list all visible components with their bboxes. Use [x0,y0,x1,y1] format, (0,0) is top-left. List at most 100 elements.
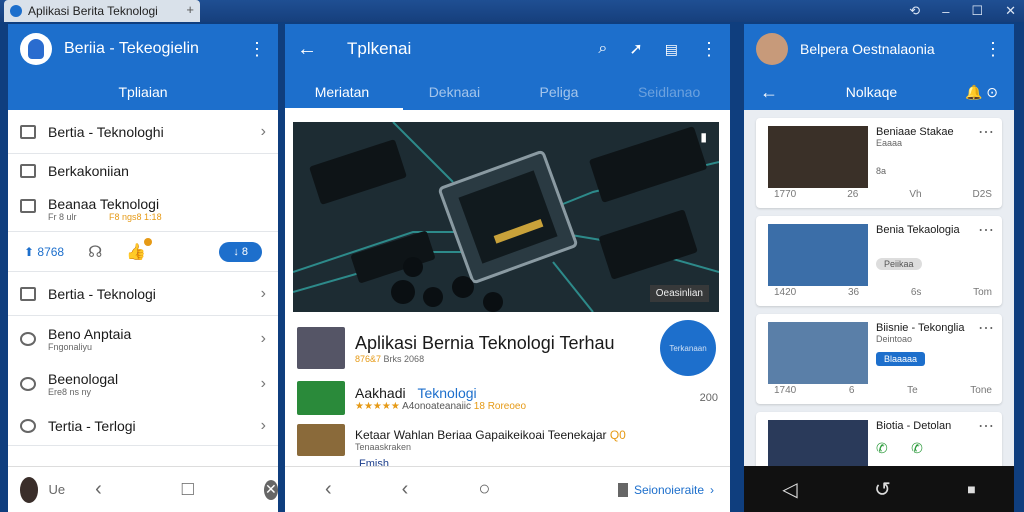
grid-icon[interactable]: ▤ [665,41,678,58]
rating-stars: ★★★★★ [355,400,400,412]
action-row: ⬆ 8768 ☊ 👍 ↓ 8 [8,232,278,272]
left-title: Beriia - Tekeogielin [64,40,199,57]
news-count: 200 [699,392,718,404]
recents-button[interactable]: ■ [967,481,975,497]
list-item[interactable]: Beenologal Ere8 ns ny › [8,362,278,406]
news-meta-highlight: Q0 [609,428,626,442]
card-subtitle: Deintoao [876,334,913,344]
circuit-board-image [293,122,719,312]
share-count[interactable]: ⬆ 8768 [24,245,64,259]
list-item-meta: Ere8 ns ny [48,387,92,397]
list-item-label: Bertia - Teknologi [48,285,156,302]
maximize-button[interactable]: ☐ [971,3,983,19]
whatsapp-icon[interactable]: ✆ ✆ [876,440,951,457]
back-button[interactable]: ‹ [325,478,332,501]
right-subheader: ← Nolkaqe 🔔 ⊙ [744,74,1014,110]
chevron-right-icon: › [260,375,266,392]
news-meta: Tenaaskraken [355,442,412,452]
card-more-icon[interactable]: ⋯ [978,122,994,142]
news-card[interactable]: Beniaae Stakae Eaaaa 8a ⋯ 1770 26 Vh D2S [756,118,1002,208]
news-item[interactable]: Ketaar Wahlan Beriaa Gapaikeikoai Teenek… [285,422,730,458]
list-item[interactable]: Bertia - Teknologi › [8,272,278,316]
news-item[interactable]: Aplikasi Bernia Teknologi Terhau 876&7 B… [285,320,730,376]
right-nav-bar: ◁ ↺ ■ [744,466,1014,512]
news-card[interactable]: Benia Tekaologia Peiikaa ⋯ 1420 36 6s Tom [756,216,1002,306]
news-card[interactable]: Biotia - Detolan ✆ ✆ ⋯ [756,412,1002,472]
card-more-icon[interactable]: ⋯ [978,318,994,338]
avatar[interactable] [756,33,788,65]
more-icon[interactable]: ⋮ [984,40,1002,58]
home-button[interactable]: ○ [478,478,490,501]
right-title: Belpera Oestnalaonia [800,41,935,57]
card-title: Benia Tekaologia [876,224,960,236]
profile-avatar[interactable] [20,476,39,503]
card-badge[interactable]: Peiikaa [876,258,922,270]
more-icon[interactable]: ⋮ [700,39,718,60]
center-tabs: Meriatan Deknaai Peliga Seidlanao [285,74,730,111]
back-button-secondary[interactable]: ‹ [402,478,409,501]
next-link[interactable]: Seionoieraite › [617,482,714,497]
back-arrow-icon[interactable]: ← [297,38,317,61]
tab-seidlanao[interactable]: Seidlanao [638,84,700,100]
news-meta: A4onoateanaiic [402,400,472,412]
tab-title: Aplikasi Berita Teknologi [28,4,158,18]
card-more-icon[interactable]: ⋯ [978,220,994,240]
bookmark-icon[interactable]: ▮ [700,130,707,144]
new-tab-button[interactable]: + [186,2,194,17]
home-button[interactable]: □ [182,478,194,501]
card-stat: 8a [876,166,887,176]
left-header: Beriia - Tekeogielin ⋮ [8,24,278,74]
list-item[interactable]: Beanaa Teknologi Fr 8 ulr F8 ngs8 1:18 [8,188,278,232]
tab-peliga[interactable]: Peliga [540,84,579,100]
list-item[interactable]: Berkakoniian [8,154,278,188]
refresh-icon[interactable]: ⟲ [909,3,920,19]
news-item[interactable]: Aakhadi Teknologi ★★★★★ A4onoateanaiic 1… [285,378,730,418]
hero-badge: Oeasinlian [649,285,709,302]
card-meta: 1740 6 Te Tone [774,385,992,396]
help-icon [20,418,36,433]
share-icon[interactable]: ➚ [629,39,642,59]
app-icon [10,5,22,17]
page-icon [617,482,628,497]
chevron-right-icon: › [260,284,266,302]
left-nav-bar: Ue ‹ □ ✕ [8,466,278,512]
card-image [768,126,868,188]
location-icon [20,332,36,346]
list-item[interactable]: Beno Anptaia Fngonaliyu › [8,316,278,362]
back-arrow-icon[interactable]: ← [760,82,778,103]
tab-deknaai[interactable]: Deknaai [429,84,480,100]
hero-image[interactable]: ▮ Oeasinlian [293,122,719,312]
left-screen: Beriia - Tekeogielin ⋮ Tpliaian Bertia -… [8,24,278,512]
like-icon[interactable]: 👍 [126,237,153,262]
minimize-button[interactable]: – [942,4,949,19]
avatar[interactable] [20,33,52,65]
sort-button[interactable]: ↓ 8 [219,241,262,262]
notification-icon[interactable]: 🔔 ⊙ [965,84,998,101]
home-button[interactable]: ↺ [874,477,891,502]
news-card[interactable]: Biisnie - Tekonglia Deintoao Blaaaaa ⋯ 174… [756,314,1002,404]
headset-icon[interactable]: ☊ [88,242,102,262]
chat-icon [20,199,36,213]
back-button[interactable]: ‹ [95,478,102,501]
list-item-label: Berkakoniian [48,163,129,179]
news-thumbnail [297,424,345,456]
document-icon [20,164,36,178]
browser-tab[interactable]: Aplikasi Berita Teknologi + [4,0,200,22]
right-screen: Belpera Oestnalaonia ⋮ ← Nolkaqe 🔔 ⊙ Ben… [744,24,1014,512]
close-button[interactable]: ✕ [1005,3,1016,19]
list-item[interactable]: Bertia - Teknologhi › [8,110,278,154]
card-title: Biotia - Detolan [876,420,952,432]
card-more-icon[interactable]: ⋯ [978,416,994,436]
list-item[interactable]: Tertia - Terlogi › [8,406,278,446]
tab-meriatan[interactable]: Meriatan [285,84,404,111]
card-image [768,420,868,470]
more-icon[interactable]: ⋮ [248,40,266,58]
news-title: Ketaar Wahlan Beriaa Gapaikeikoai Teenek… [355,428,607,442]
search-icon[interactable]: ⌕ [598,40,607,58]
right-subtitle: Nolkaqe [845,84,898,100]
close-circle-icon[interactable]: ✕ [263,479,278,500]
card-badge[interactable]: Blaaaaa [876,352,926,366]
back-button[interactable]: ◁ [782,477,797,502]
floating-action-button[interactable]: Terkanaan [660,320,716,376]
next-link-label: Seionoieraite [633,482,704,497]
